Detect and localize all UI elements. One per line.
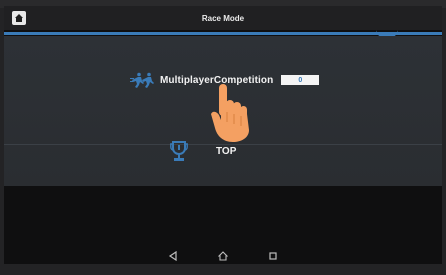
device-frame: Race Mode MultiplayerCompetition 0 TOP <box>0 0 446 275</box>
runners-icon <box>130 72 154 88</box>
home-icon[interactable] <box>218 251 228 261</box>
system-nav-bar <box>4 248 442 264</box>
trophy-icon <box>170 141 188 161</box>
app-screen: Race Mode MultiplayerCompetition 0 TOP <box>4 6 442 264</box>
recents-icon[interactable] <box>268 251 278 261</box>
title-bar: Race Mode <box>4 6 442 30</box>
page-title: Race Mode <box>201 13 245 23</box>
back-icon[interactable] <box>168 251 178 261</box>
top-label: TOP <box>216 145 237 157</box>
pointing-hand-icon <box>211 84 249 142</box>
multiplayer-count-field[interactable]: 0 <box>281 75 320 85</box>
